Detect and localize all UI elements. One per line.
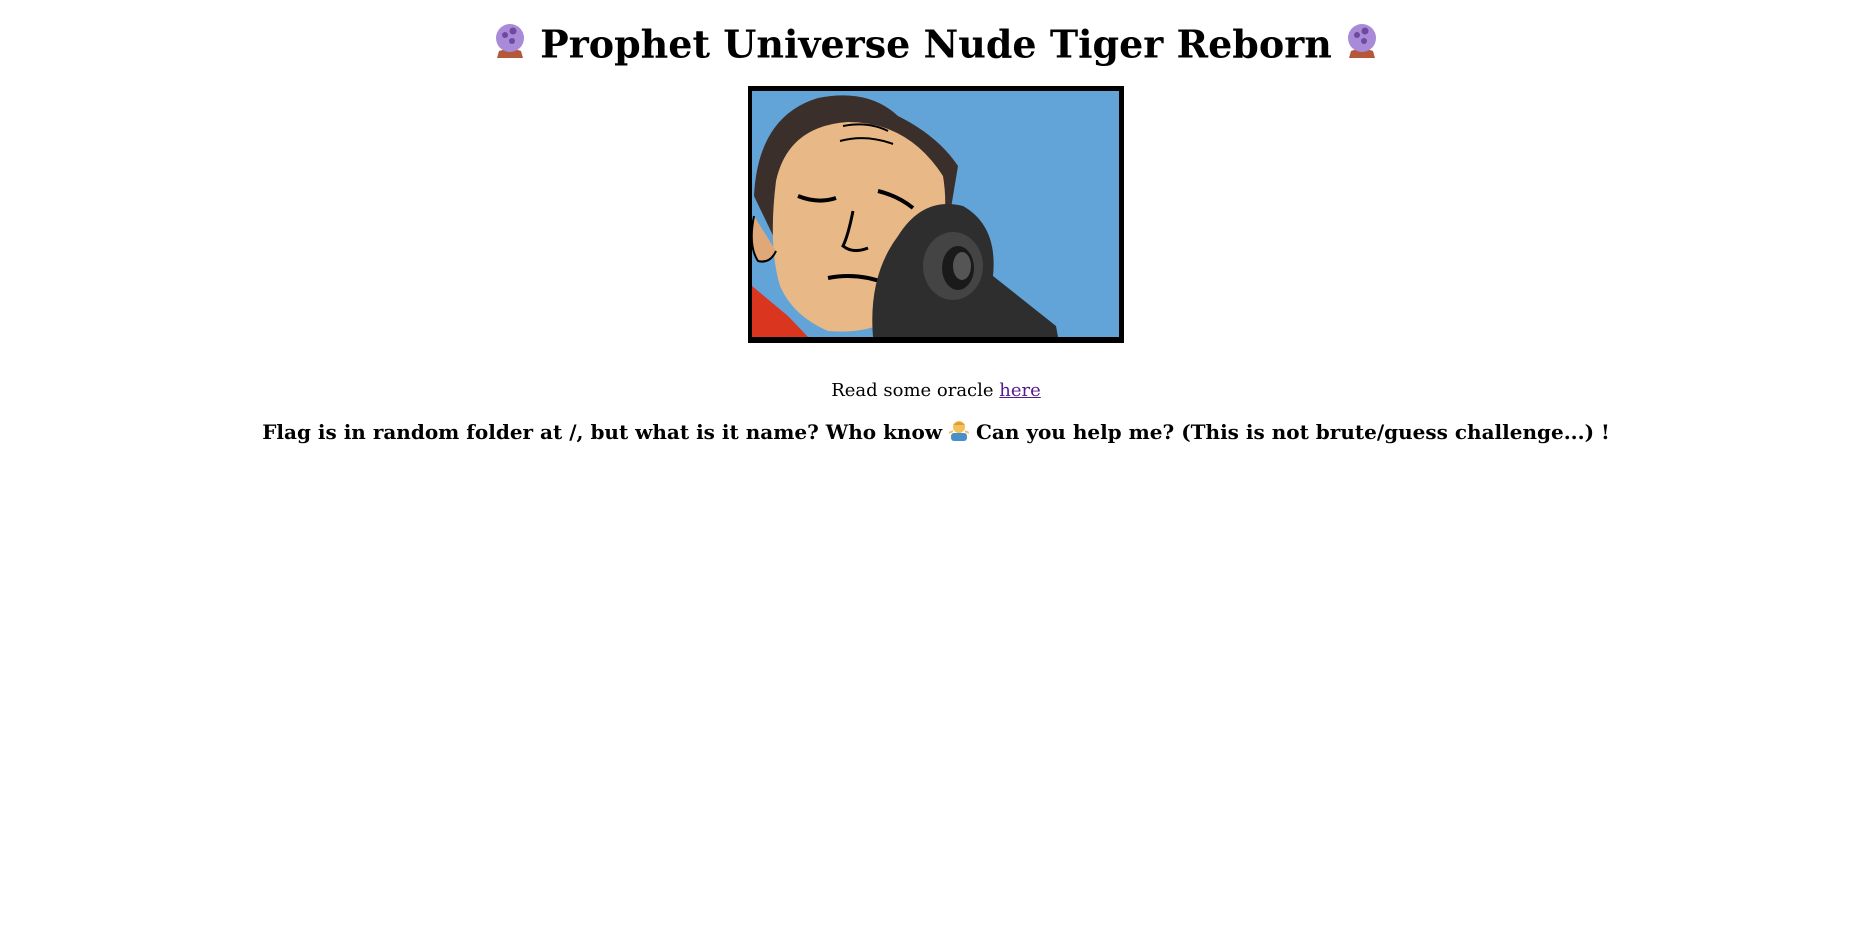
page: Prophet Universe Nude Tiger Reborn Read … — [0, 0, 1872, 445]
crystal-ball-icon — [493, 23, 527, 59]
flag-message-part2: Can you help me? (This is not brute/gues… — [975, 419, 1610, 444]
person-shrugging-icon — [948, 419, 970, 441]
oracle-link[interactable]: here — [999, 380, 1041, 401]
flag-message-part1: Flag is in random folder at /, but what … — [262, 419, 943, 444]
comic-image — [748, 85, 1124, 343]
title-text: Prophet Universe Nude Tiger Reborn — [540, 21, 1332, 67]
oracle-prefix: Read some oracle — [831, 379, 994, 401]
oracle-paragraph: Read some oracle here — [0, 379, 1872, 403]
page-title: Prophet Universe Nude Tiger Reborn — [0, 0, 1872, 66]
flag-message: Flag is in random folder at /, but what … — [0, 419, 1872, 445]
crystal-ball-icon — [1345, 23, 1379, 59]
